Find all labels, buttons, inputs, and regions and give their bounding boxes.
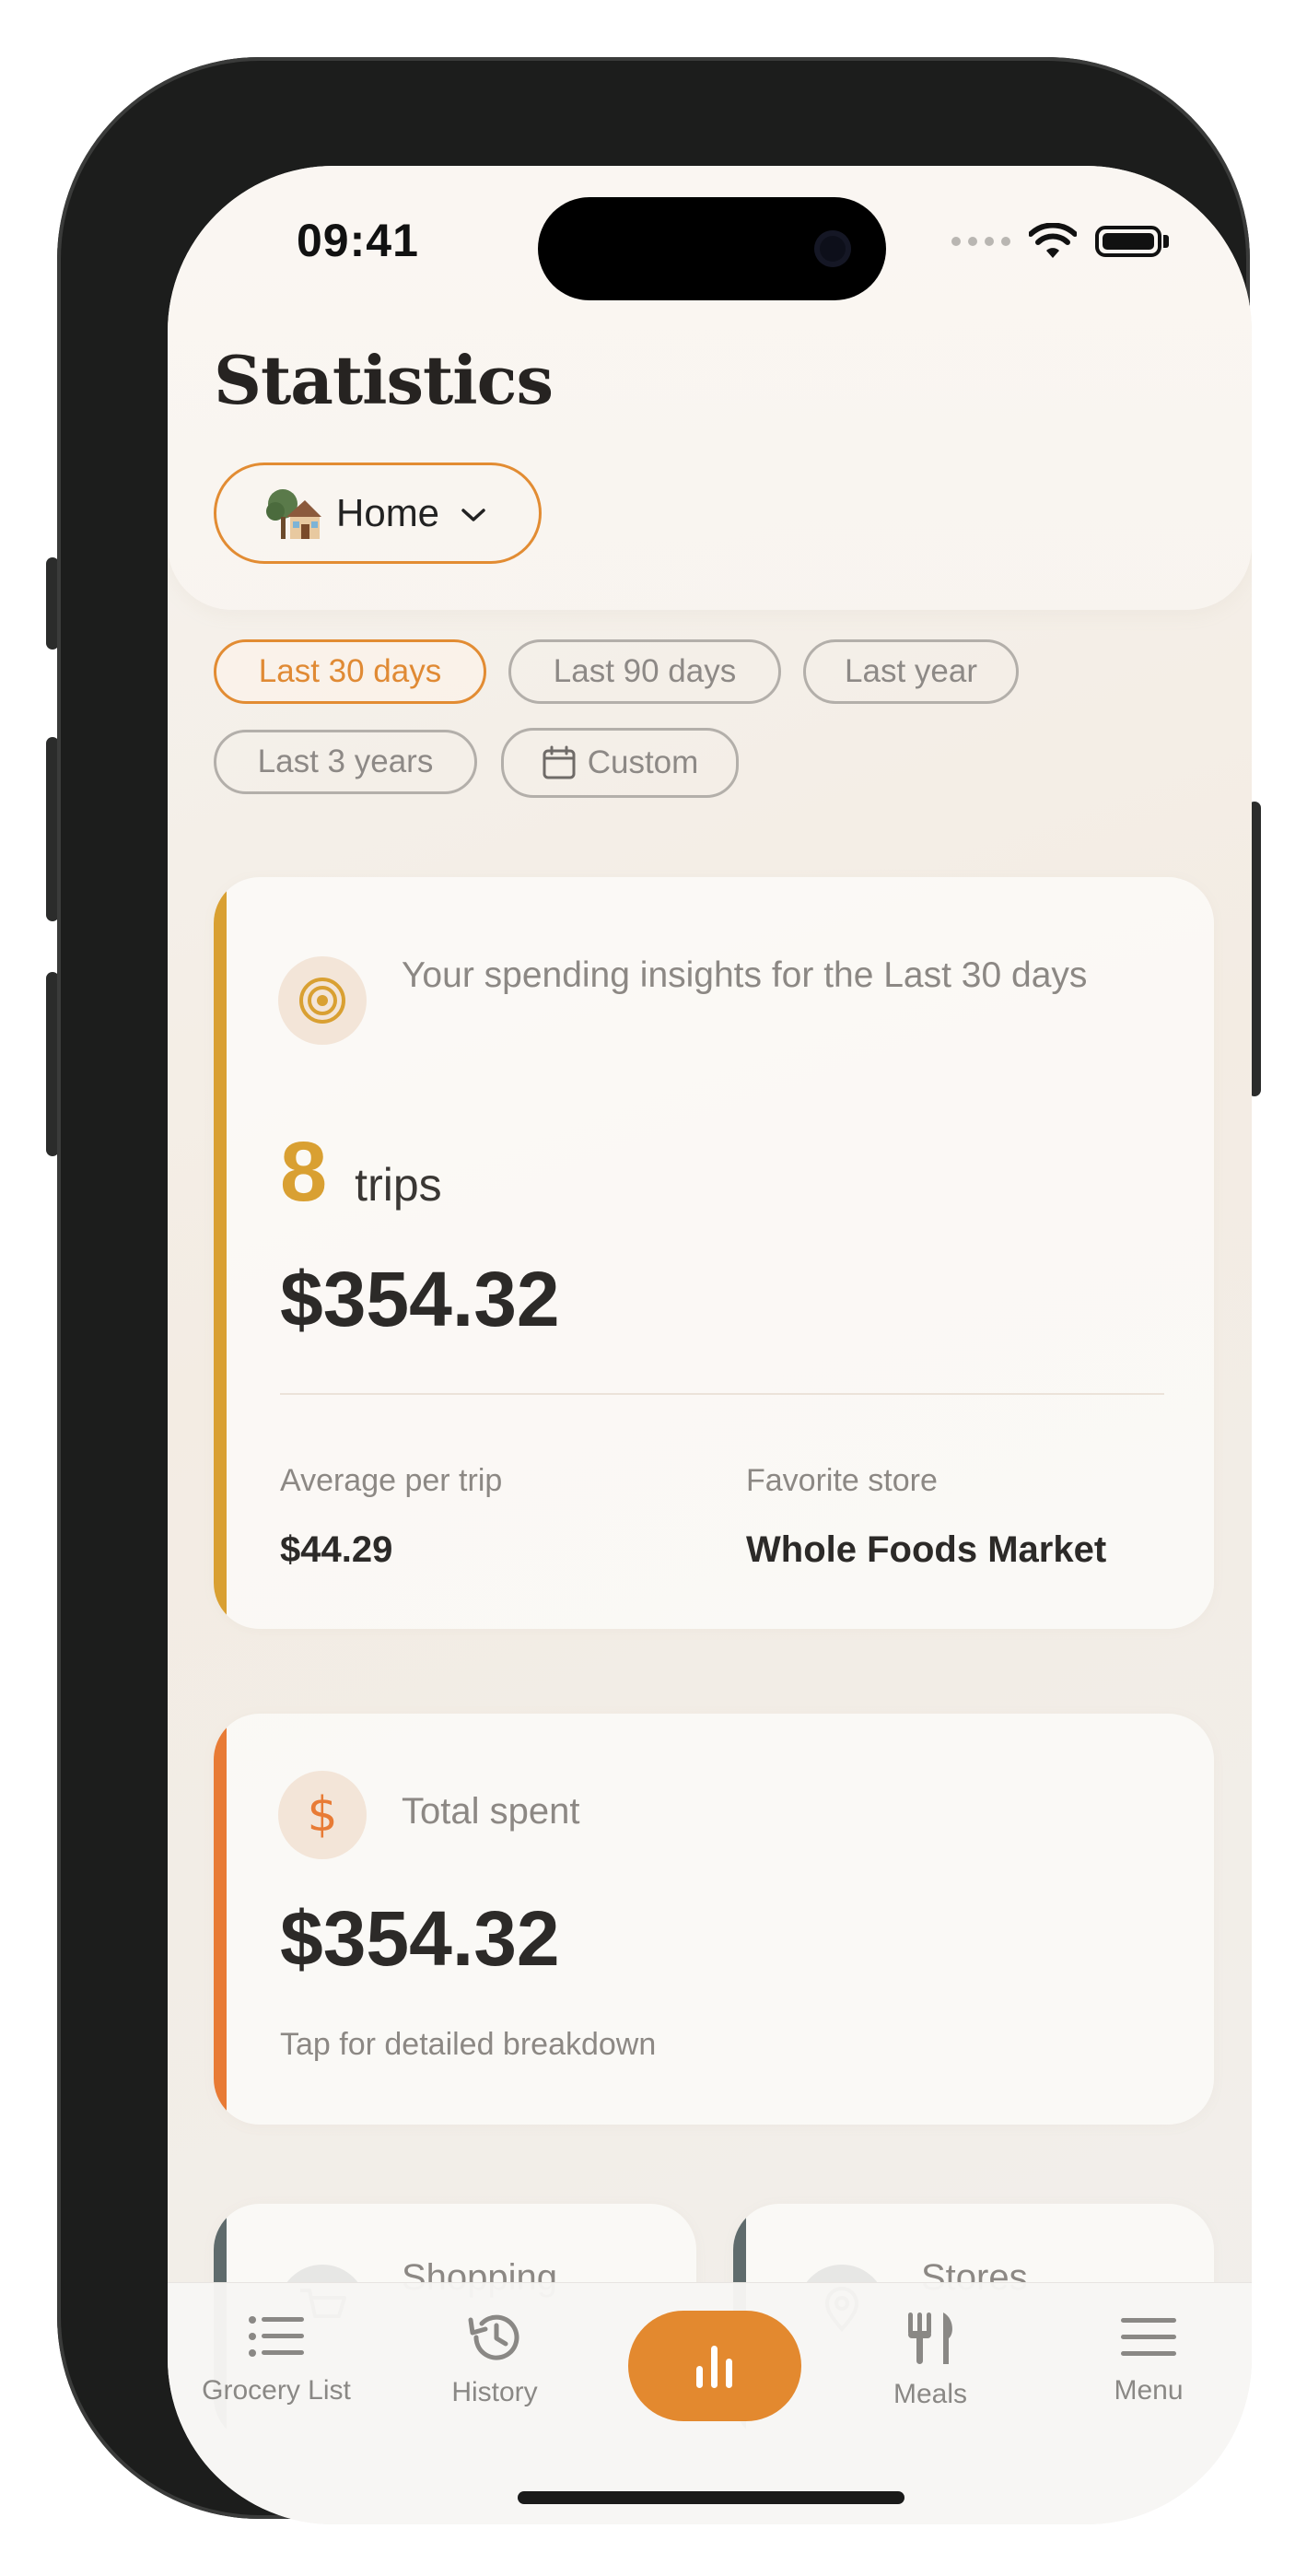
location-label: Home bbox=[336, 491, 440, 534]
wifi-icon bbox=[1029, 223, 1077, 258]
chip-last-year[interactable]: Last year bbox=[803, 639, 1019, 704]
house-icon bbox=[266, 489, 321, 539]
total-spent-label: Total spent bbox=[402, 1791, 580, 1832]
status-time: 09:41 bbox=[297, 215, 419, 266]
list-icon bbox=[249, 2316, 304, 2357]
tab-history[interactable]: History bbox=[403, 2311, 587, 2408]
phone-frame: 09:41 Statistics Home Last 30 days Last … bbox=[57, 57, 1252, 2524]
avg-label: Average per trip bbox=[280, 1463, 503, 1498]
insights-divider bbox=[280, 1393, 1164, 1395]
tab-grocery-list-label: Grocery List bbox=[202, 2375, 351, 2406]
status-icons bbox=[951, 223, 1169, 260]
chip-last-90-days[interactable]: Last 90 days bbox=[508, 639, 781, 704]
target-icon bbox=[299, 978, 345, 1024]
bar-chart-icon bbox=[696, 2346, 732, 2388]
chip-last-30-days[interactable]: Last 30 days bbox=[214, 639, 486, 704]
trips-label: trips bbox=[355, 1159, 442, 1211]
fav-store-value: Whole Foods Market bbox=[746, 1529, 1107, 1570]
total-spent-value: $354.32 bbox=[280, 1895, 560, 1982]
page-title: Statistics bbox=[214, 341, 554, 419]
hamburger-icon bbox=[1121, 2318, 1176, 2356]
tab-bar: Grocery List History Meals Menu bbox=[168, 2282, 1252, 2524]
tab-grocery-list[interactable]: Grocery List bbox=[184, 2311, 368, 2406]
tab-meals[interactable]: Meals bbox=[838, 2311, 1022, 2410]
fork-knife-icon bbox=[908, 2313, 952, 2364]
fav-store-label: Favorite store bbox=[746, 1463, 938, 1498]
avg-value: $44.29 bbox=[280, 1529, 393, 1570]
trips-count: 8 bbox=[280, 1125, 328, 1219]
tab-menu-label: Menu bbox=[1114, 2375, 1184, 2406]
tab-history-label: History bbox=[451, 2377, 538, 2407]
tab-meals-label: Meals bbox=[893, 2379, 968, 2409]
tab-menu[interactable]: Menu bbox=[1056, 2311, 1241, 2406]
screen: 09:41 Statistics Home Last 30 days Last … bbox=[168, 166, 1252, 2524]
location-selector[interactable]: Home bbox=[214, 463, 542, 564]
calendar-icon bbox=[543, 745, 576, 779]
chevron-down-icon bbox=[461, 509, 485, 521]
chip-custom[interactable]: Custom bbox=[501, 728, 739, 798]
home-indicator[interactable] bbox=[518, 2491, 904, 2504]
chip-last-3-years[interactable]: Last 3 years bbox=[214, 730, 477, 794]
cellular-icon bbox=[951, 237, 1010, 246]
insights-total: $354.32 bbox=[280, 1256, 560, 1342]
history-icon bbox=[468, 2314, 519, 2360]
dollar-icon-badge: $ bbox=[278, 1771, 367, 1859]
chip-custom-label: Custom bbox=[587, 744, 699, 780]
target-icon-badge bbox=[278, 956, 367, 1045]
insights-card[interactable]: Your spending insights for the Last 30 d… bbox=[214, 877, 1214, 1629]
tab-statistics[interactable] bbox=[628, 2311, 801, 2421]
battery-icon bbox=[1095, 226, 1161, 257]
insights-subtitle: Your spending insights for the Last 30 d… bbox=[402, 955, 1088, 995]
total-spent-card[interactable]: $ Total spent $354.32 Tap for detailed b… bbox=[214, 1714, 1214, 2125]
dollar-icon: $ bbox=[307, 1787, 338, 1843]
total-spent-hint: Tap for detailed breakdown bbox=[280, 2027, 657, 2062]
dynamic-island bbox=[538, 197, 886, 300]
